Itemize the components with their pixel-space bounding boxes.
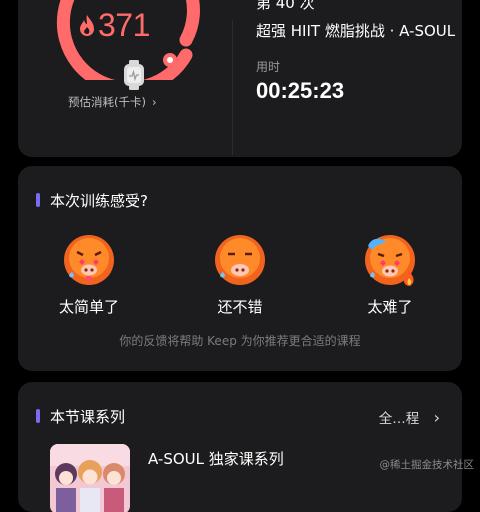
duration-label: 用时 xyxy=(256,60,281,74)
chevron-right-icon: › xyxy=(151,95,157,109)
feeling-option-label: 太简单了 xyxy=(58,298,119,316)
pig-face-easy-icon xyxy=(64,235,114,285)
vertical-divider xyxy=(232,20,233,155)
session-number: 第 40 次 xyxy=(256,0,315,12)
series-name[interactable]: A-SOUL 独家课系列 xyxy=(148,448,284,469)
calories-value: 371 xyxy=(98,7,150,43)
feeling-option-label: 太难了 xyxy=(367,298,413,316)
series-thumbnail[interactable] xyxy=(50,444,130,512)
feedback-hint: 你的反馈将帮助 Keep 为你推荐更合适的课程 xyxy=(119,334,361,348)
workout-summary-card: 371 预估消耗(千卡) › 第 40 次 超强 HIIT 燃脂挑战 · A-SO… xyxy=(18,0,462,157)
course-series-card: 本节课系列 全…程 › A-SOUL 独家课系列 xyxy=(18,382,462,512)
training-feeling-card: 本次训练感受? 太简单了 还不错 太难了 你的反馈将帮助 Keep 为你推荐更合… xyxy=(18,166,462,371)
course-title[interactable]: 超强 HIIT 燃脂挑战 · A-SOUL xyxy=(256,20,456,41)
view-all-label: 全…程 xyxy=(378,411,420,427)
feeling-option-easy[interactable]: 太简单了 xyxy=(34,232,144,317)
pig-face-hard-icon xyxy=(365,235,415,286)
feeling-option-hard[interactable]: 太难了 xyxy=(335,232,445,317)
calories-label-link[interactable]: 预估消耗(千卡) › xyxy=(68,94,212,110)
watermark: @稀土掘金技术社区 xyxy=(379,459,475,471)
smartwatch-icon xyxy=(124,60,144,90)
duration-value: 00:25:23 xyxy=(256,78,345,103)
section-accent-bar xyxy=(36,409,40,423)
calories-label: 预估消耗(千卡) xyxy=(68,95,146,109)
feeling-option-ok[interactable]: 还不错 xyxy=(185,232,295,317)
feeling-option-label: 还不错 xyxy=(217,298,263,316)
section-title: 本节课系列 xyxy=(50,408,126,426)
section-title: 本次训练感受? xyxy=(50,192,148,210)
view-all-link[interactable]: 全…程 › xyxy=(379,407,440,427)
chevron-right-icon: › xyxy=(433,408,440,427)
flame-icon xyxy=(80,15,94,36)
section-accent-bar xyxy=(36,193,40,207)
pig-face-ok-icon xyxy=(215,235,265,285)
